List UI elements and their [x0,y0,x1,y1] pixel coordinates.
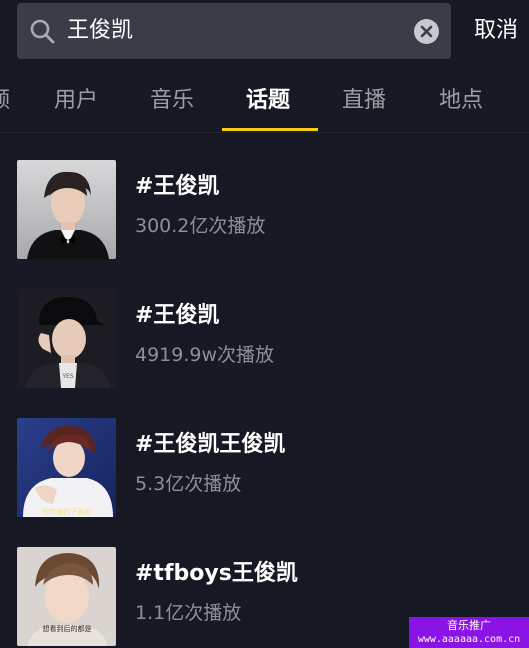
topic-result[interactable]: 你转圈的下画呢 #王俊凯王俊凯 5.3亿次播放 [0,418,529,518]
thumb-caption: YES [61,373,73,380]
play-count: 4919.9w次播放 [135,344,275,366]
search-box[interactable]: 王俊凯 [17,3,451,59]
watermark-badge: 音乐推广 www.aaaaaa.com.cn [409,617,529,648]
topic-title: #王俊凯 [135,303,220,328]
tab-users[interactable]: 用户 [54,86,98,116]
topic-title: #王俊凯 [135,174,220,199]
topic-title: #王俊凯王俊凯 [135,432,286,457]
topic-thumbnail: YES [17,289,116,388]
play-count: 5.3亿次播放 [135,473,242,495]
tab-video[interactable]: 频 [0,86,10,116]
thumb-caption: 你转圈的下画呢 [43,507,92,516]
watermark-url: www.aaaaaa.com.cn [417,634,521,645]
topic-title: #tfboys王俊凯 [135,561,298,586]
thumb-caption: 想看到后的都是 [43,624,92,633]
active-tab-indicator [222,128,318,131]
search-input[interactable]: 王俊凯 [67,16,133,46]
cancel-button[interactable]: 取消 [474,16,518,46]
topic-result[interactable]: YES #王俊凯 4919.9w次播放 [0,289,529,389]
play-count: 1.1亿次播放 [135,602,242,624]
tab-bar: 频 用户 音乐 话题 直播 地点 [0,78,529,133]
watermark-line1: 音乐推广 [447,619,491,632]
search-row: 王俊凯 取消 [0,0,529,62]
tab-places[interactable]: 地点 [439,86,483,116]
clear-icon[interactable] [414,19,439,44]
play-count: 300.2亿次播放 [135,215,266,237]
topic-result[interactable]: #王俊凯 300.2亿次播放 [0,160,529,260]
tab-music[interactable]: 音乐 [150,86,194,116]
topic-thumbnail: 你转圈的下画呢 [17,418,116,517]
tab-live[interactable]: 直播 [342,86,386,116]
topic-thumbnail: 想看到后的都是 [17,547,116,646]
tab-topics[interactable]: 话题 [246,86,290,116]
search-icon [29,18,55,44]
divider [0,132,529,133]
topic-thumbnail [17,160,116,259]
